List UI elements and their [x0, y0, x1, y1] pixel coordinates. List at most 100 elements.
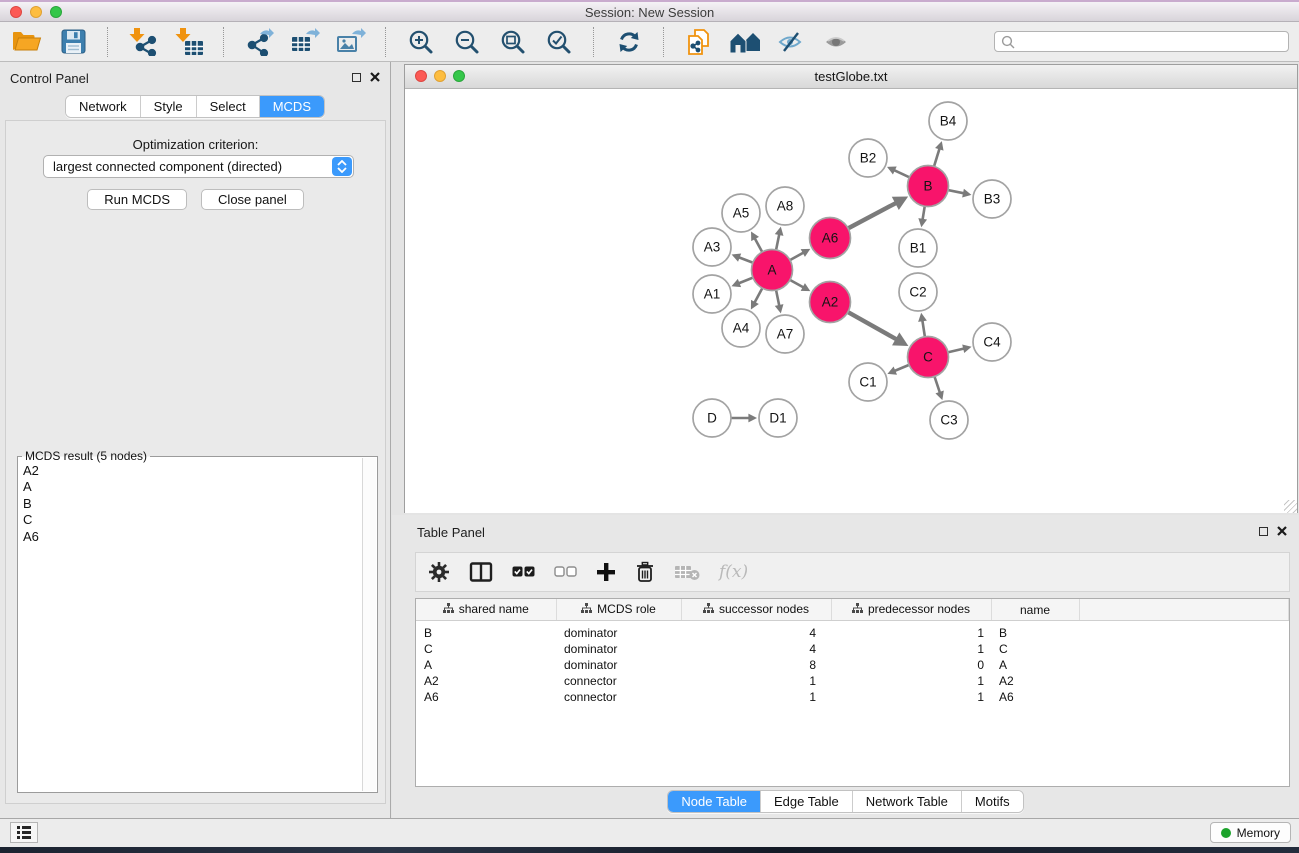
table-cell[interactable]: A6 — [416, 689, 556, 705]
table-cell[interactable]: A — [416, 657, 556, 673]
column-header-predecessor-nodes[interactable]: predecessor nodes — [831, 599, 991, 621]
graph-node-label: A4 — [733, 321, 750, 336]
tab-select[interactable]: Select — [197, 96, 260, 117]
criterion-select[interactable]: largest connected component (directed) — [43, 155, 354, 178]
task-history-button[interactable] — [10, 822, 38, 843]
export-network-button[interactable] — [242, 26, 276, 58]
table-cell[interactable]: 1 — [831, 625, 991, 641]
import-table-button[interactable] — [172, 26, 206, 58]
network-close-button[interactable] — [415, 70, 427, 82]
table-cell[interactable]: 4 — [681, 625, 831, 641]
table-cell[interactable]: 1 — [831, 689, 991, 705]
mcds-result-item[interactable]: C — [23, 512, 361, 528]
deselect-all-rows-button[interactable] — [554, 566, 577, 578]
network-canvas[interactable]: B4B2BB3A5A8A6A3B1AC2A1A2A4A7C4CC1C3DD1 — [405, 89, 1297, 513]
table-row[interactable]: A6connector11A6 — [416, 689, 1289, 705]
open-session-button[interactable] — [10, 26, 44, 58]
control-panel-title: Control Panel — [10, 71, 89, 86]
graph-node-label: A5 — [733, 206, 750, 221]
resize-grip[interactable] — [1284, 500, 1297, 513]
delete-column-button[interactable] — [635, 561, 655, 583]
table-row[interactable]: A2connector11A2 — [416, 673, 1289, 689]
close-table-panel-icon[interactable] — [1277, 526, 1287, 536]
table-cell[interactable]: A — [991, 657, 1079, 673]
network-minimize-button[interactable] — [434, 70, 446, 82]
table-row[interactable]: Adominator80A — [416, 657, 1289, 673]
table-cell[interactable]: 0 — [831, 657, 991, 673]
tab-network[interactable]: Network — [66, 96, 141, 117]
table-cell[interactable]: A2 — [416, 673, 556, 689]
table-cell[interactable]: 1 — [681, 689, 831, 705]
graph-node-label: A2 — [822, 295, 839, 310]
search-box[interactable] — [994, 31, 1289, 52]
table-row[interactable]: Bdominator41B — [416, 625, 1289, 641]
run-mcds-button[interactable]: Run MCDS — [87, 189, 187, 210]
float-table-panel-icon[interactable] — [1259, 527, 1268, 536]
table-cell[interactable]: C — [416, 641, 556, 657]
network-zoom-button[interactable] — [453, 70, 465, 82]
tab-edge-table[interactable]: Edge Table — [761, 791, 853, 812]
table-cell[interactable]: B — [991, 625, 1079, 641]
table-cell[interactable]: connector — [556, 673, 681, 689]
create-column-button[interactable] — [596, 562, 616, 582]
search-input[interactable] — [1020, 34, 1282, 50]
graph-edge-arrowhead — [935, 141, 943, 151]
zoom-selected-button[interactable] — [542, 26, 576, 58]
table-cell[interactable]: 1 — [831, 641, 991, 657]
table-cell[interactable]: C — [991, 641, 1079, 657]
import-network-button[interactable] — [126, 26, 160, 58]
close-panel-button[interactable]: Close panel — [201, 189, 304, 210]
table-settings-button[interactable] — [428, 561, 450, 583]
network-graph[interactable]: B4B2BB3A5A8A6A3B1AC2A1A2A4A7C4CC1C3DD1 — [405, 89, 1297, 513]
zoom-in-button[interactable] — [404, 26, 438, 58]
tab-node-table[interactable]: Node Table — [668, 791, 761, 812]
column-header-shared-name[interactable]: shared name — [416, 599, 556, 621]
toolbar-separator — [593, 27, 595, 57]
table-cell[interactable]: 4 — [681, 641, 831, 657]
table-cell-filler — [1079, 625, 1289, 641]
memory-button[interactable]: Memory — [1210, 822, 1291, 843]
table-cell[interactable]: 1 — [831, 673, 991, 689]
zoom-fit-button[interactable] — [496, 26, 530, 58]
mcds-result-item[interactable]: A6 — [23, 529, 361, 545]
refresh-button[interactable] — [612, 26, 646, 58]
tab-mcds[interactable]: MCDS — [260, 96, 324, 117]
float-panel-icon[interactable] — [352, 73, 361, 82]
column-header-successor-nodes[interactable]: successor nodes — [681, 599, 831, 621]
mcds-result-item[interactable]: B — [23, 496, 361, 512]
tab-motifs[interactable]: Motifs — [962, 791, 1023, 812]
result-scrollbar[interactable] — [362, 458, 376, 791]
show-graphics-details-button[interactable] — [820, 26, 854, 58]
table-cell[interactable]: A6 — [991, 689, 1079, 705]
export-image-icon — [336, 28, 366, 56]
clone-network-button[interactable] — [682, 26, 716, 58]
table-cell[interactable]: dominator — [556, 625, 681, 641]
select-all-rows-button[interactable] — [512, 566, 535, 578]
column-header-MCDS-role[interactable]: MCDS role — [556, 599, 681, 621]
table-cell[interactable]: 8 — [681, 657, 831, 673]
column-header-name[interactable]: name — [991, 599, 1079, 621]
function-builder-button[interactable]: f(x) — [719, 562, 748, 582]
table-cell[interactable]: connector — [556, 689, 681, 705]
close-panel-icon[interactable] — [370, 72, 380, 82]
table-cell[interactable]: dominator — [556, 641, 681, 657]
home-button[interactable] — [728, 26, 762, 58]
hide-graphics-details-button[interactable] — [774, 26, 808, 58]
mcds-result-item[interactable]: A — [23, 479, 361, 495]
delete-table-button[interactable] — [674, 563, 700, 581]
table-cell[interactable]: 1 — [681, 673, 831, 689]
export-image-button[interactable] — [334, 26, 368, 58]
table-cell[interactable]: B — [416, 625, 556, 641]
network-window-titlebar[interactable]: testGlobe.txt — [405, 65, 1297, 89]
network-window-title: testGlobe.txt — [405, 65, 1297, 88]
mcds-result-item[interactable]: A2 — [23, 463, 361, 479]
table-row[interactable]: Cdominator41C — [416, 641, 1289, 657]
save-session-button[interactable] — [56, 26, 90, 58]
tab-style[interactable]: Style — [141, 96, 197, 117]
table-cell[interactable]: A2 — [991, 673, 1079, 689]
zoom-out-button[interactable] — [450, 26, 484, 58]
export-table-button[interactable] — [288, 26, 322, 58]
table-cell[interactable]: dominator — [556, 657, 681, 673]
tab-network-table[interactable]: Network Table — [853, 791, 962, 812]
show-columns-button[interactable] — [469, 562, 493, 582]
